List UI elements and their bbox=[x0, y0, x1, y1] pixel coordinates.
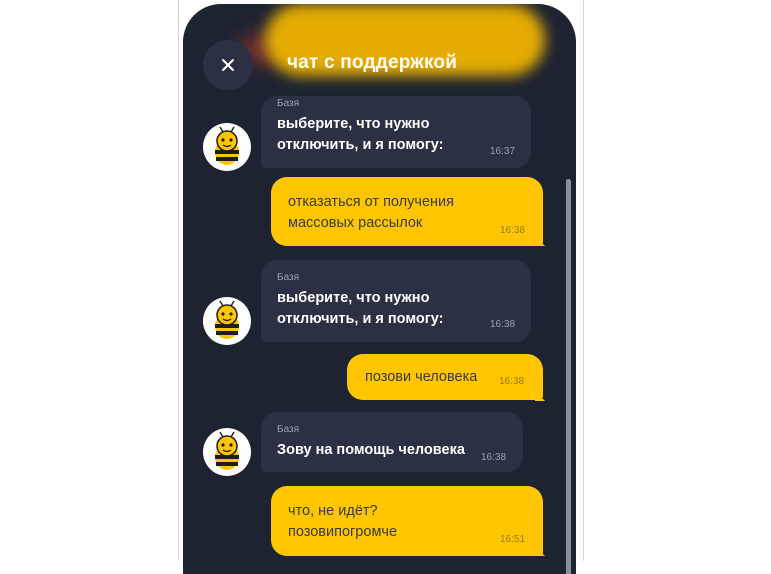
incoming-message: Базя выберите, что нужно отключить, и я … bbox=[261, 260, 531, 342]
sender-name: Базя bbox=[277, 98, 300, 109]
close-button[interactable] bbox=[203, 40, 253, 90]
bee-avatar bbox=[203, 123, 251, 171]
message-text-line: позовипогромче bbox=[288, 524, 398, 540]
close-icon bbox=[222, 59, 234, 71]
page-border-right bbox=[583, 0, 584, 561]
outgoing-message: отказаться от получения массовых рассыло… bbox=[271, 177, 543, 246]
chat-header: чат с поддержкой bbox=[183, 4, 576, 96]
bubble-tail bbox=[535, 546, 545, 556]
message-text-line: отказаться от получения bbox=[288, 194, 454, 210]
message-time: 16:37 bbox=[490, 146, 516, 157]
outgoing-message: что, не идёт? позовипогромче 16:51 bbox=[271, 486, 543, 556]
message-time: 16:38 bbox=[481, 452, 507, 463]
message-time: 16:38 bbox=[490, 319, 516, 330]
message-text-line: позови человека bbox=[365, 369, 478, 385]
message-time: 16:38 bbox=[499, 376, 525, 387]
incoming-message: Базя выберите, что нужно отключить, и я … bbox=[261, 96, 531, 168]
message-text-line: отключить, и я помогу: bbox=[277, 311, 444, 327]
bee-avatar bbox=[203, 428, 251, 476]
bee-icon bbox=[215, 300, 239, 339]
message-text-line: отключить, и я помогу: bbox=[277, 137, 444, 153]
sender-name: Базя bbox=[277, 272, 300, 283]
outgoing-message: позови человека 16:38 bbox=[347, 354, 543, 400]
chat-window: Базя выберите, что нужно отключить, и я … bbox=[183, 4, 576, 574]
incoming-message: Базя Зову на помощь человека 16:38 bbox=[261, 412, 523, 472]
chat-title: чат с поддержкой bbox=[287, 52, 458, 73]
bee-avatar bbox=[203, 297, 251, 345]
page-border-left bbox=[178, 0, 179, 561]
message-text-line: Зову на помощь человека bbox=[277, 442, 465, 458]
bee-icon bbox=[215, 431, 239, 470]
sender-name: Базя bbox=[277, 424, 300, 435]
bubble-tail bbox=[535, 236, 545, 246]
message-text-line: выберите, что нужно bbox=[277, 116, 430, 132]
bee-icon bbox=[215, 126, 239, 165]
bubble-tail bbox=[535, 391, 545, 401]
message-time: 16:51 bbox=[500, 534, 526, 545]
message-text-line: массовых рассылок bbox=[288, 215, 423, 231]
message-text-line: что, не идёт? bbox=[288, 503, 378, 519]
message-text-line: выберите, что нужно bbox=[277, 290, 430, 306]
scrollbar-thumb[interactable] bbox=[566, 179, 571, 574]
scrollbar[interactable] bbox=[566, 179, 571, 574]
message-time: 16:38 bbox=[500, 225, 526, 236]
